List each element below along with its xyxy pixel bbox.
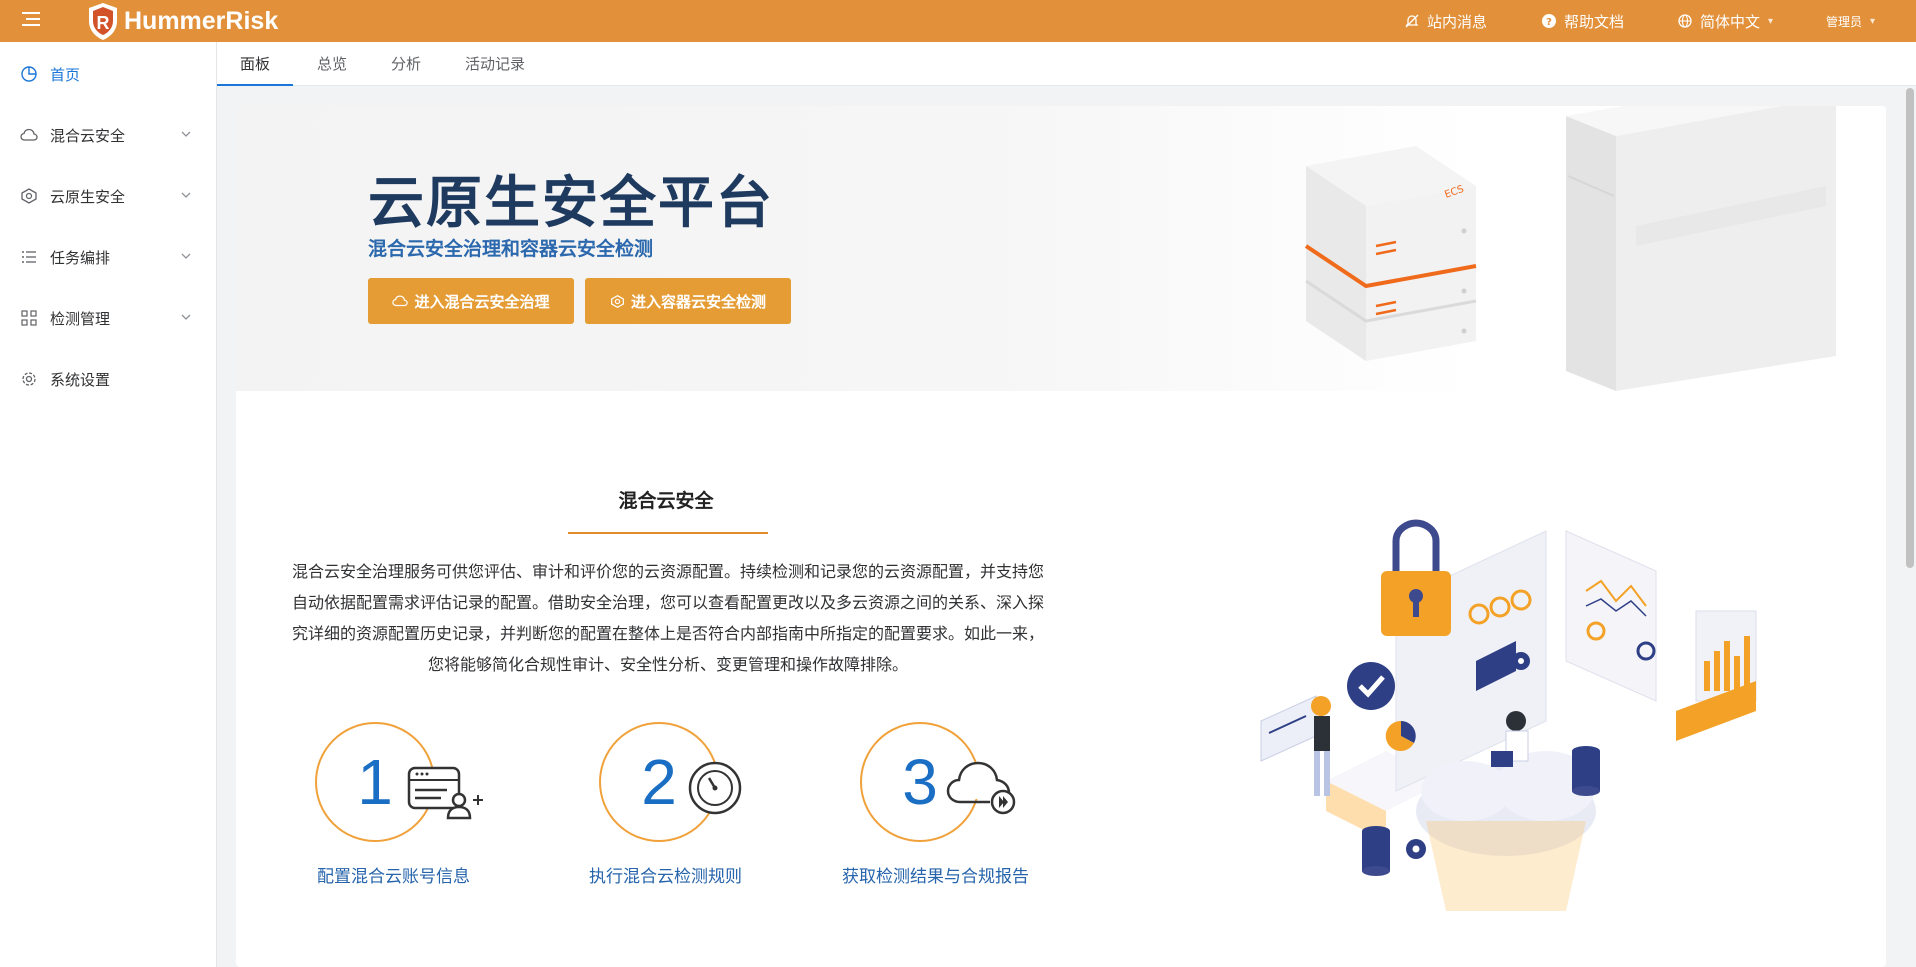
chevron-down-icon [181, 253, 191, 259]
sidebar-item-task-orchestration[interactable]: 任务编排 [0, 232, 217, 282]
description-line: 您将能够简化合规性审计、安全性分析、变更管理和操作故障排除。 [427, 655, 908, 674]
tab-overview[interactable]: 总览 [309, 42, 355, 86]
hero-banner: 云原生安全平台 混合云安全治理和容器云安全检测 进入混合云安全治理 进入容器云安… [236, 106, 1886, 391]
hero-subtitle: 混合云安全治理和容器云安全检测 [368, 238, 654, 260]
section-divider [568, 532, 768, 534]
svg-text:?: ? [1546, 17, 1552, 28]
globe-icon [1678, 14, 1692, 28]
language-select[interactable]: 简体中文 ▾ [1678, 0, 1773, 42]
description-line: 究详细的资源配置历史记录，并判断您的配置在整体上是否符合内部指南中所指定的配置要… [291, 624, 1044, 643]
top-bar: R HummerRisk 站内消息 ? 帮助文档 简体中文 ▾ 管理员 ▾ [0, 0, 1916, 42]
sidebar: 首页 混合云安全 云原生安全 任务编排 检测管理 系统设置 [0, 42, 217, 967]
chevron-down-icon: ▾ [1870, 15, 1876, 27]
menu-toggle-icon[interactable] [22, 12, 40, 28]
grid-icon [21, 310, 37, 326]
enter-hybrid-cloud-button[interactable]: 进入混合云安全治理 [368, 278, 574, 324]
dashboard-card: 云原生安全平台 混合云安全治理和容器云安全检测 进入混合云安全治理 进入容器云安… [236, 106, 1886, 967]
step-label: 执行混合云检测规则 [589, 867, 742, 887]
shield-logo-icon: R [89, 3, 117, 40]
section-description: 混合云安全治理服务可供您评估、审计和评价您的云资源配置。持续检测和记录您的云资源… [276, 556, 1060, 680]
brand-logo[interactable]: R HummerRisk [86, 0, 278, 42]
button-label: 进入容器云安全检测 [630, 292, 766, 311]
network-icon [21, 188, 37, 204]
sidebar-item-home[interactable]: 首页 [0, 49, 217, 99]
sidebar-item-detection-management[interactable]: 检测管理 [0, 293, 217, 343]
account-card-icon [407, 766, 483, 820]
sidebar-item-label: 检测管理 [50, 309, 111, 328]
bell-off-icon [1405, 14, 1419, 28]
sidebar-item-label: 云原生安全 [50, 187, 126, 206]
network-icon [611, 294, 624, 308]
tab-activity-log[interactable]: 活动记录 [457, 42, 533, 86]
server-illustration: ECS [1304, 106, 1836, 391]
language-label: 简体中文 [1700, 12, 1761, 31]
help-label: 帮助文档 [1564, 12, 1625, 31]
chevron-down-icon [181, 314, 191, 320]
sidebar-item-label: 系统设置 [50, 370, 111, 389]
isometric-scene [1260, 519, 1757, 911]
user-label: 管理员 [1826, 14, 1863, 29]
user-menu[interactable]: 管理员 ▾ [1826, 0, 1875, 42]
cloud-play-icon [946, 761, 1016, 815]
description-line: 混合云安全治理服务可供您评估、审计和评价您的云资源配置。持续检测和记录您的云资源… [291, 562, 1044, 581]
chevron-down-icon [181, 131, 191, 137]
brand-name: HummerRisk [124, 6, 279, 35]
pie-chart-icon [21, 66, 37, 82]
messages-link[interactable]: 站内消息 [1405, 0, 1487, 42]
section-title: 混合云安全 [618, 490, 714, 512]
step-label: 获取检测结果与合规报告 [842, 867, 1029, 887]
security-isometric-illustration [1260, 519, 1757, 911]
sidebar-item-label: 混合云安全 [50, 126, 126, 145]
enter-container-cloud-button[interactable]: 进入容器云安全检测 [585, 278, 791, 324]
sidebar-item-label: 首页 [50, 65, 81, 84]
help-link[interactable]: ? 帮助文档 [1542, 0, 1624, 42]
gear-icon [22, 372, 36, 386]
svg-text:R: R [97, 13, 110, 33]
messages-label: 站内消息 [1427, 12, 1488, 31]
hero-title: 云原生安全平台 [368, 171, 774, 236]
tab-dashboard[interactable]: 面板 [217, 42, 293, 86]
tab-bar: 面板 总览 分析 活动记录 [217, 42, 1916, 86]
description-line: 自动依据配置需求评估记录的配置。借助安全治理，您可以查看配置更改以及多云资源之间… [291, 593, 1044, 612]
sidebar-item-label: 任务编排 [50, 248, 111, 267]
list-icon [22, 251, 36, 263]
cloud-icon [392, 295, 409, 307]
gauge-icon [688, 761, 742, 815]
cloud-icon [20, 128, 38, 141]
button-label: 进入混合云安全治理 [414, 292, 550, 311]
page-scrollbar[interactable] [1906, 88, 1914, 568]
tab-analysis[interactable]: 分析 [383, 42, 429, 86]
chevron-down-icon [181, 192, 191, 198]
server-stack-graphic [1304, 106, 1836, 391]
chevron-down-icon: ▾ [1768, 15, 1774, 27]
sidebar-item-cloud-native[interactable]: 云原生安全 [0, 171, 217, 221]
sidebar-item-system-settings[interactable]: 系统设置 [0, 354, 217, 404]
step-label: 配置混合云账号信息 [317, 867, 470, 887]
sidebar-item-hybrid-cloud[interactable]: 混合云安全 [0, 110, 217, 160]
help-circle-icon: ? [1542, 14, 1556, 28]
